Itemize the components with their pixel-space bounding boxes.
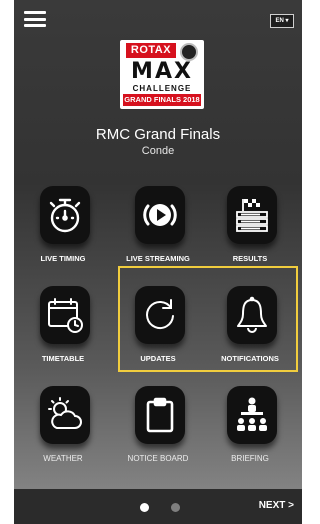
tile-notice-board[interactable]: NOTICE BOARD [118,386,198,470]
tile-label: NOTICE BOARD [127,454,189,463]
tile-briefing[interactable]: BRIEFING [210,386,290,470]
app-screen: EN ▾ ROTAX MAX CHALLENGE GRAND FINALS 20… [14,0,302,524]
event-logo: ROTAX MAX CHALLENGE GRAND FINALS 2018 [120,40,204,109]
tile-label: UPDATES [140,354,176,363]
tile-results[interactable]: RESULTS [210,186,290,270]
tile-updates[interactable]: UPDATES [118,286,198,370]
logo-brand: ROTAX [126,43,176,58]
tile-label: NOTIFICATIONS [221,354,279,363]
calendar-clock-icon [40,286,90,344]
stopwatch-icon [40,186,90,244]
next-button[interactable]: NEXT > [259,500,294,511]
refresh-icon [135,286,185,344]
hamburger-icon-bar [24,11,46,14]
tile-label: TIMETABLE [41,354,85,363]
play-icon [135,186,185,244]
hamburger-icon-bar [24,24,46,27]
clipboard-icon [135,386,185,444]
logo-max: MAX [131,59,193,84]
weather-icon [40,386,90,444]
hamburger-icon-bar [24,17,46,21]
language-selector[interactable]: EN ▾ [270,14,294,28]
briefing-icon [227,386,277,444]
tile-label: LIVE STREAMING [126,254,190,263]
tile-live-timing[interactable]: LIVE TIMING [23,186,103,270]
footer-bar: NEXT > [14,489,302,524]
menu-button[interactable] [24,11,46,27]
tile-label: LIVE TIMING [40,254,86,263]
bell-icon [227,286,277,344]
tile-timetable[interactable]: TIMETABLE [23,286,103,370]
results-flag-icon [227,186,277,244]
page-indicator-1[interactable] [140,503,149,512]
page-indicator-2[interactable] [171,503,180,512]
logo-grand-finals: GRAND FINALS 2018 [123,94,201,106]
event-location: Conde [141,145,175,157]
tile-label: WEATHER [43,454,83,463]
tile-weather[interactable]: WEATHER [23,386,103,470]
event-title: RMC Grand Finals [95,126,221,143]
tile-notifications[interactable]: NOTIFICATIONS [210,286,290,370]
tile-label: RESULTS [232,254,268,263]
logo-challenge: CHALLENGE [132,84,192,93]
tile-label: BRIEFING [231,454,269,463]
tile-live-streaming[interactable]: LIVE STREAMING [118,186,198,270]
